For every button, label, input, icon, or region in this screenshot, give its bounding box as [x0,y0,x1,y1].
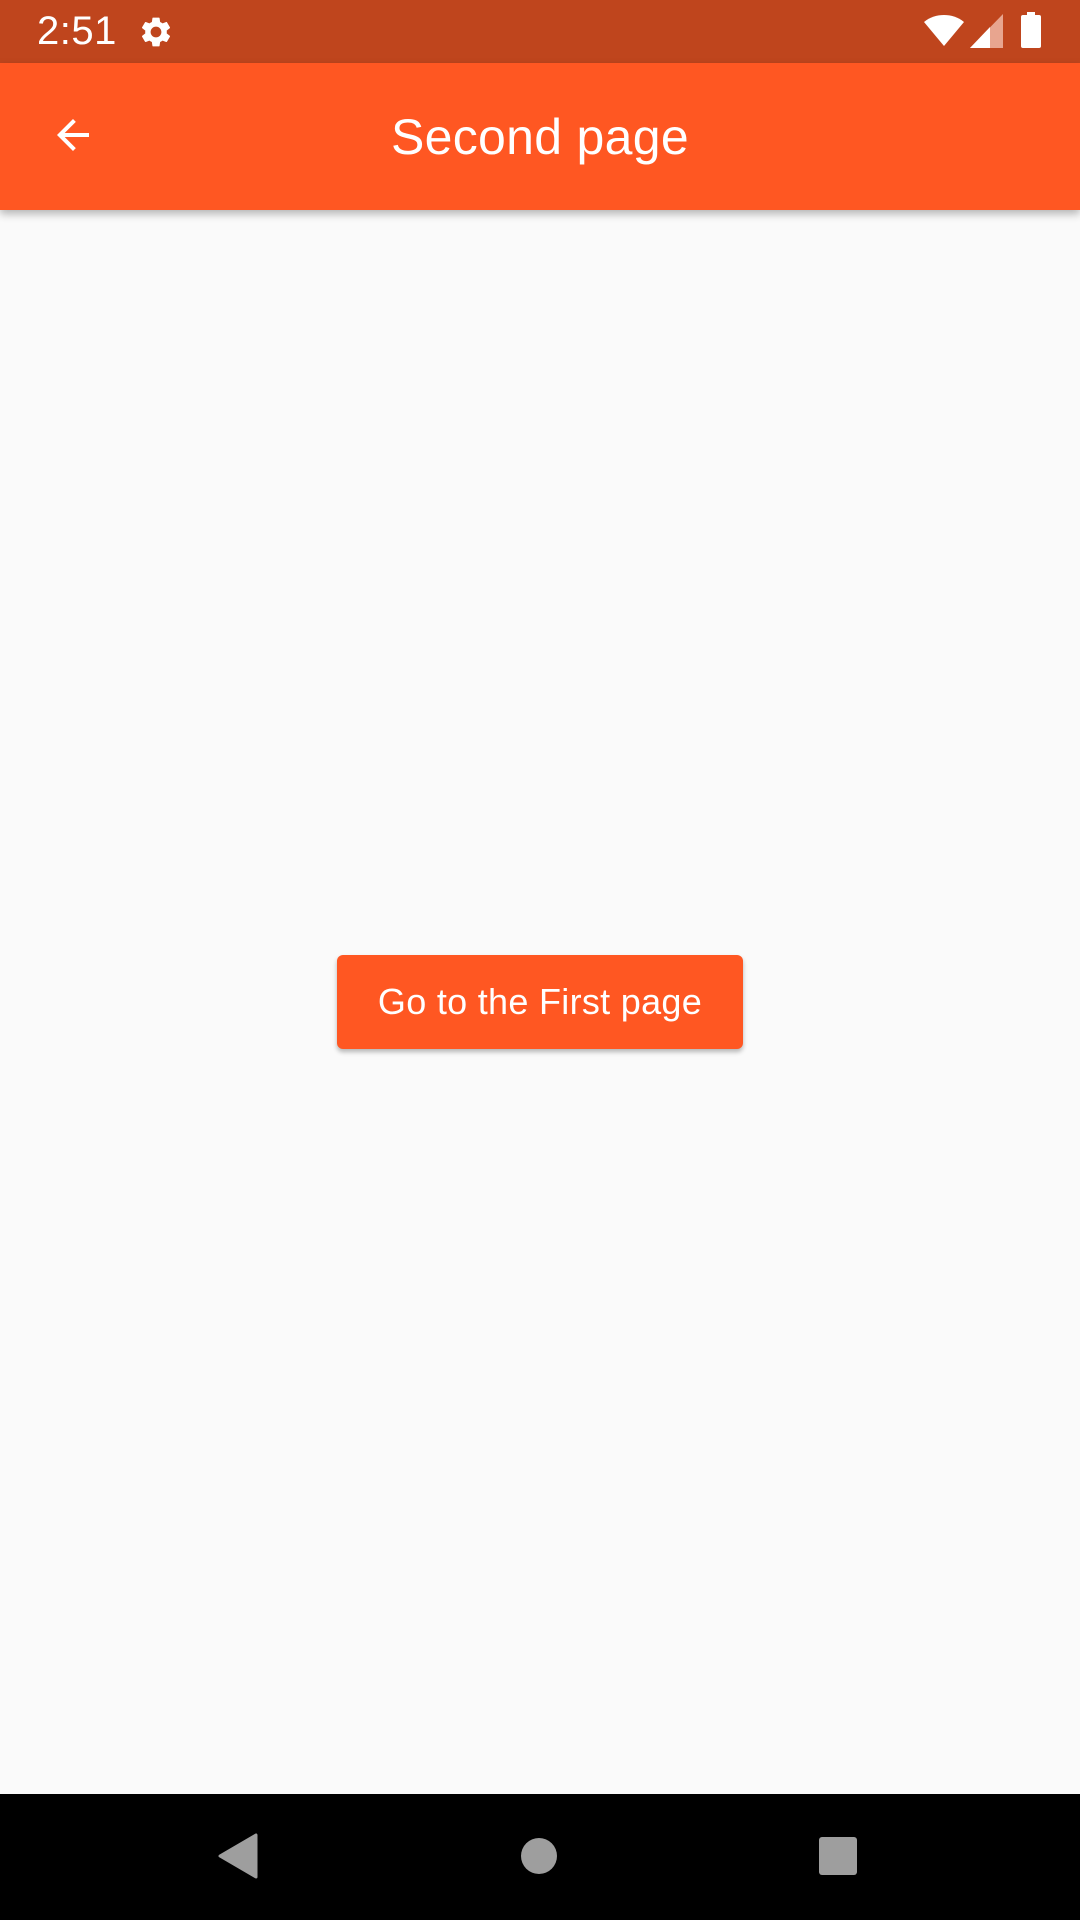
page-title: Second page [390,109,689,165]
recents-square-icon [818,1836,858,1881]
gear-icon [138,14,174,50]
battery-icon [1021,12,1041,48]
wifi-icon [923,15,965,47]
app-bar: Second page [0,63,1080,210]
main-content: Go to the First page [0,210,1080,1794]
signal-icon [970,14,1003,48]
nav-home-button[interactable] [495,1814,583,1902]
system-nav-bar [0,1794,1080,1920]
status-bar: 2:51 [0,0,1080,63]
home-circle-icon [520,1837,558,1880]
screen: 2:51 Second page Go to the First page [0,0,1080,1920]
nav-recents-button[interactable] [794,1814,882,1902]
status-time: 2:51 [37,9,117,53]
go-to-first-page-button[interactable]: Go to the First page [337,955,743,1049]
nav-back-button[interactable] [194,1814,282,1902]
back-triangle-icon [218,1833,258,1884]
